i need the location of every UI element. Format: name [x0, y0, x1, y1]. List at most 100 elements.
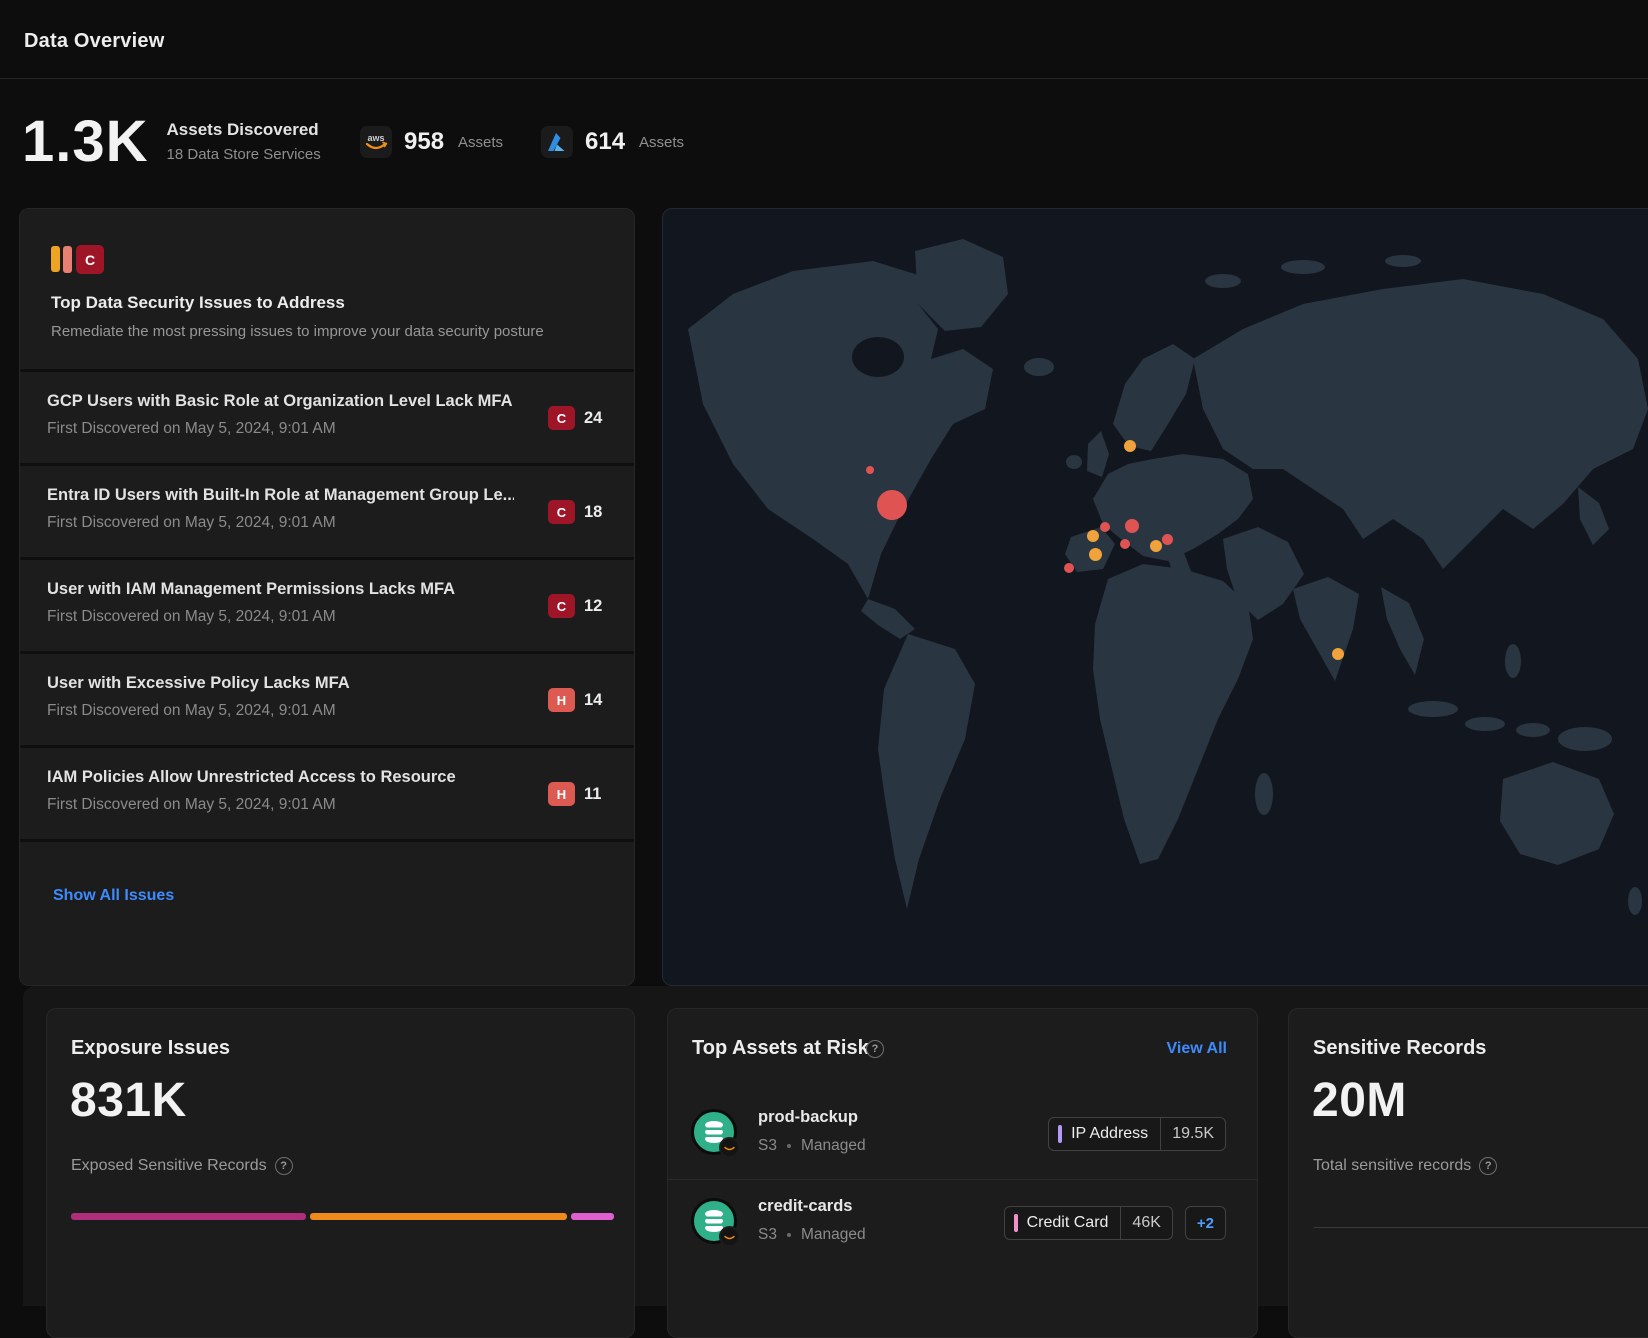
- issues-card-title: Top Data Security Issues to Address: [51, 293, 602, 313]
- issues-card-subtitle: Remediate the most pressing issues to im…: [51, 323, 602, 340]
- dot-separator-icon: [787, 1233, 791, 1237]
- azure-assets-stat: 614 Assets: [541, 126, 684, 158]
- exposure-label: Exposed Sensitive Records: [71, 1157, 267, 1175]
- exposure-bar-segment: [71, 1213, 306, 1220]
- severity-badge: C: [548, 594, 575, 618]
- issues-card-footer: Show All Issues: [20, 842, 634, 986]
- classification-chip[interactable]: Credit Card46K: [1004, 1206, 1173, 1240]
- issue-title: GCP Users with Basic Role at Organizatio…: [47, 392, 514, 411]
- chip-label: Credit Card: [1018, 1214, 1121, 1232]
- issue-row[interactable]: GCP Users with Basic Role at Organizatio…: [20, 372, 634, 463]
- critical-badge-icon: C: [76, 245, 104, 274]
- issue-title: Entra ID Users with Built-In Role at Man…: [47, 486, 514, 505]
- data-store-services-label: 18 Data Store Services: [167, 146, 321, 163]
- asset-status: Managed: [801, 1137, 866, 1155]
- chip-count: 19.5K: [1160, 1118, 1225, 1150]
- world-map: [663, 209, 1648, 986]
- azure-icon: [541, 126, 573, 158]
- issue-texts: User with Excessive Policy Lacks MFA Firs…: [47, 674, 514, 720]
- issue-title: User with Excessive Policy Lacks MFA: [47, 674, 514, 693]
- sensitive-records-card: Sensitive Records 20M Total sensitive re…: [1288, 1008, 1648, 1338]
- map-location-dot[interactable]: [866, 466, 874, 474]
- issue-first-discovered: First Discovered on May 5, 2024, 9:01 AM: [47, 796, 514, 814]
- sensitive-label: Total sensitive records: [1313, 1157, 1471, 1175]
- help-icon[interactable]: [866, 1040, 884, 1058]
- issue-count: 12: [584, 597, 602, 616]
- show-all-issues-link[interactable]: Show All Issues: [53, 887, 174, 904]
- aws-assets-unit: Assets: [458, 134, 503, 151]
- page-title: Data Overview: [24, 30, 164, 53]
- more-classifications-chip[interactable]: +2: [1185, 1206, 1226, 1240]
- asset-service: S3: [758, 1137, 777, 1155]
- issue-texts: IAM Policies Allow Unrestricted Access t…: [47, 768, 514, 814]
- map-location-dot[interactable]: [877, 490, 907, 520]
- issue-first-discovered: First Discovered on May 5, 2024, 9:01 AM: [47, 608, 514, 626]
- severity-badge: C: [548, 406, 575, 430]
- aws-provider-badge-icon: [719, 1226, 740, 1247]
- asset-row[interactable]: prod-backup S3 Managed IP Address19.5K: [668, 1091, 1257, 1178]
- issues-card-header: C Top Data Security Issues to Address Re…: [20, 209, 634, 369]
- datastore-icon: [691, 1109, 737, 1155]
- data-overview-page: { "header": { "title": "Data Overview" }…: [0, 0, 1648, 1236]
- issue-first-discovered: First Discovered on May 5, 2024, 9:01 AM: [47, 702, 514, 720]
- classification-chip[interactable]: IP Address19.5K: [1048, 1117, 1226, 1151]
- map-location-dot[interactable]: [1120, 539, 1130, 549]
- aws-assets-stat: aws 958 Assets: [360, 126, 503, 158]
- aws-assets-count: 958: [404, 128, 444, 156]
- severity-badge: H: [548, 688, 575, 712]
- asset-meta: S3 Managed: [758, 1226, 866, 1244]
- svg-text:aws: aws: [367, 133, 384, 143]
- issue-texts: User with IAM Management Permissions Lac…: [47, 580, 514, 626]
- issues-list: GCP Users with Basic Role at Organizatio…: [20, 372, 634, 839]
- asset-chips: IP Address19.5K: [1048, 1117, 1226, 1151]
- view-all-link[interactable]: View All: [1167, 1040, 1227, 1058]
- exposure-issues-card: Exposure Issues 831K Exposed Sensitive R…: [46, 1008, 635, 1338]
- exposure-distribution-bar: [71, 1213, 614, 1220]
- map-location-dot[interactable]: [1089, 548, 1102, 561]
- assets-discovered-label: Assets Discovered: [167, 120, 321, 140]
- asset-row[interactable]: credit-cards S3 Managed Credit Card46K +2: [668, 1179, 1257, 1266]
- help-icon[interactable]: [275, 1157, 293, 1175]
- issue-texts: Entra ID Users with Built-In Role at Man…: [47, 486, 514, 532]
- issue-count: 18: [584, 503, 602, 522]
- issue-first-discovered: First Discovered on May 5, 2024, 9:01 AM: [47, 420, 514, 438]
- exposure-card-title: Exposure Issues: [71, 1037, 230, 1060]
- map-location-dot[interactable]: [1162, 534, 1173, 545]
- aws-provider-badge-icon: [719, 1137, 740, 1158]
- asset-service: S3: [758, 1226, 777, 1244]
- azure-assets-unit: Assets: [639, 134, 684, 151]
- map-location-dot[interactable]: [1150, 540, 1162, 552]
- severity-stack-icon: C: [51, 245, 111, 275]
- divider: [1314, 1227, 1648, 1228]
- asset-name: credit-cards: [758, 1197, 852, 1216]
- help-icon[interactable]: [1479, 1157, 1497, 1175]
- issue-row[interactable]: User with Excessive Policy Lacks MFA Firs…: [20, 654, 634, 745]
- asset-status: Managed: [801, 1226, 866, 1244]
- issue-row[interactable]: IAM Policies Allow Unrestricted Access t…: [20, 748, 634, 839]
- assets-discovered-stat: 1.3K Assets Discovered 18 Data Store Ser…: [22, 108, 321, 175]
- exposure-bar-segment: [571, 1213, 614, 1220]
- issue-row[interactable]: User with IAM Management Permissions Lac…: [20, 560, 634, 651]
- issue-title: User with IAM Management Permissions Lac…: [47, 580, 514, 599]
- asset-meta: S3 Managed: [758, 1137, 866, 1155]
- issue-count: 24: [584, 409, 602, 428]
- azure-assets-count: 614: [585, 128, 625, 156]
- sensitive-value: 20M: [1312, 1073, 1407, 1128]
- exposure-bar-segment: [310, 1213, 567, 1220]
- page-header: Data Overview: [0, 0, 1648, 79]
- assets-discovered-value: 1.3K: [22, 108, 149, 175]
- map-location-dot[interactable]: [1125, 519, 1139, 533]
- top-security-issues-card: C Top Data Security Issues to Address Re…: [19, 208, 635, 986]
- issue-row[interactable]: Entra ID Users with Built-In Role at Man…: [20, 466, 634, 557]
- issue-count: 11: [584, 785, 601, 804]
- severity-badge: C: [548, 500, 575, 524]
- map-location-dot[interactable]: [1064, 563, 1074, 573]
- map-location-dot[interactable]: [1100, 522, 1110, 532]
- map-location-dot[interactable]: [1087, 530, 1099, 542]
- issue-count: 14: [584, 691, 602, 710]
- asset-name: prod-backup: [758, 1108, 858, 1127]
- issue-first-discovered: First Discovered on May 5, 2024, 9:01 AM: [47, 514, 514, 532]
- map-location-dot[interactable]: [1124, 440, 1136, 452]
- map-location-dot[interactable]: [1332, 648, 1344, 660]
- chip-count: 46K: [1120, 1207, 1171, 1239]
